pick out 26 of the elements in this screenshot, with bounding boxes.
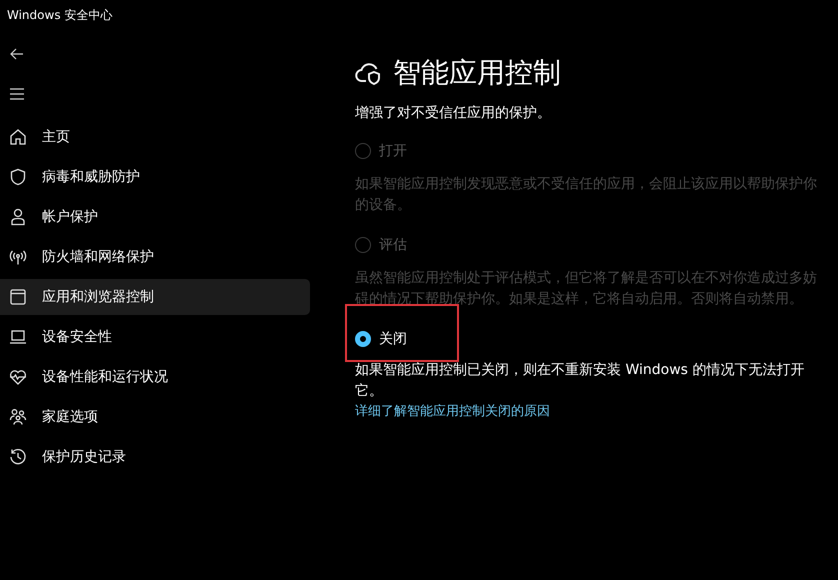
page-subtitle: 增强了对不受信任应用的保护。 [355,104,552,122]
learn-more-link[interactable]: 详细了解智能应用控制关闭的原因 [355,402,550,420]
sidebar-item[interactable]: 病毒和威胁防护 [0,159,310,195]
heartbeat-icon [9,368,27,386]
page-title: 智能应用控制 [393,55,561,91]
sidebar-item[interactable]: 家庭选项 [0,399,310,435]
person-icon [9,208,27,226]
shield-icon [9,168,27,186]
people-icon [9,408,27,426]
option-description: 如果智能应用控制发现恶意或不受信任的应用，会阻止该应用以帮助保护你的设备。 [355,175,818,215]
history-icon [9,448,27,466]
sidebar-item[interactable]: 帐户保护 [0,199,310,235]
home-icon [9,128,27,146]
laptop-icon [9,328,27,346]
sidebar-item[interactable]: 保护历史记录 [0,439,310,475]
sidebar-item[interactable]: 应用和浏览器控制 [0,279,310,315]
option-description: 如果智能应用控制已关闭，则在不重新安装 Windows 的情况下无法打开它。 [355,361,806,401]
sidebar-item[interactable]: 主页 [0,119,310,155]
sidebar-item[interactable]: 设备性能和运行状况 [0,359,310,395]
radio-button[interactable]: 关闭 [355,330,407,348]
window-icon [9,288,27,306]
window-title: Windows 安全中心 [6,7,114,24]
sidebar-item[interactable]: 防火墙和网络保护 [0,239,310,275]
antenna-icon [9,248,27,266]
sidebar-item[interactable]: 设备安全性 [0,319,310,355]
cloud-shield-icon [355,60,383,86]
